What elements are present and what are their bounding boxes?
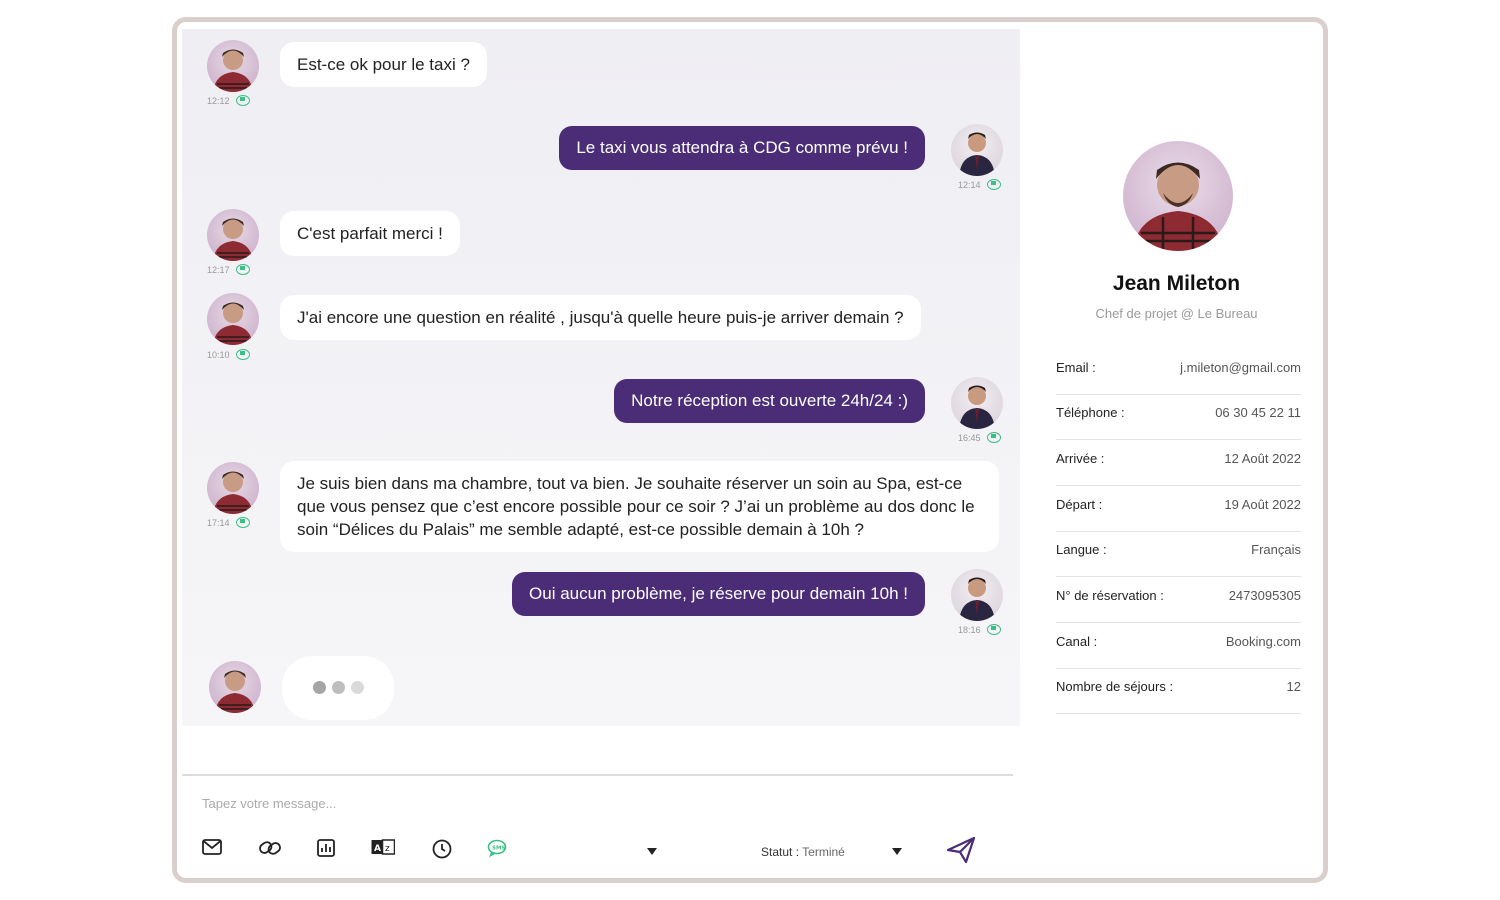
- info-value: 06 30 45 22 11: [1215, 405, 1301, 420]
- status-label: Statut :: [761, 845, 800, 859]
- info-value: 19 Août 2022: [1224, 497, 1301, 512]
- sms-icon: [986, 179, 1001, 190]
- message-meta: 12:14: [958, 179, 1001, 190]
- guest-avatar: [207, 40, 259, 92]
- outgoing-message: Le taxi vous attendra à CDG comme prévu …: [559, 126, 925, 170]
- profile-avatar: [1123, 141, 1233, 251]
- message-time: 12:17: [207, 264, 230, 275]
- info-value: j.mileton@gmail.com: [1180, 360, 1301, 375]
- svg-text:A: A: [374, 844, 381, 854]
- info-value: Français: [1251, 542, 1301, 557]
- message-meta: 10:10: [207, 349, 250, 360]
- message-time: 12:12: [207, 95, 230, 106]
- guest-avatar: [207, 209, 259, 261]
- info-label: Email :: [1056, 360, 1096, 375]
- guest-avatar: [207, 462, 259, 514]
- info-label: Téléphone :: [1056, 405, 1125, 420]
- info-row-sejours: Nombre de séjours : 12: [1056, 668, 1301, 714]
- agent-avatar: [951, 569, 1003, 621]
- profile-role: Chef de projet @ Le Bureau: [1095, 306, 1258, 321]
- sms-icon: [235, 517, 250, 528]
- guest-profile-panel: Jean Mileton Chef de projet @ Le Bureau …: [1029, 34, 1301, 864]
- sms-icon[interactable]: SMS: [487, 839, 507, 857]
- info-label: N° de réservation :: [1056, 588, 1164, 603]
- message-time: 16:45: [958, 432, 981, 443]
- outgoing-message: Oui aucun problème, je réserve pour dema…: [512, 572, 925, 616]
- info-label: Nombre de séjours :: [1056, 679, 1174, 694]
- typing-dot: [313, 681, 326, 694]
- message-meta: 16:45: [958, 432, 1001, 443]
- info-label: Canal :: [1056, 634, 1098, 649]
- sms-icon: [235, 349, 250, 360]
- sms-icon: [986, 432, 1001, 443]
- translate-icon[interactable]: Az: [371, 839, 395, 855]
- info-value: 2473095305: [1228, 588, 1301, 603]
- typing-indicator: [282, 656, 394, 720]
- info-label: Langue :: [1056, 542, 1107, 557]
- profile-name: Jean Mileton: [1112, 272, 1241, 295]
- sms-icon: [235, 264, 250, 275]
- sms-icon: [235, 95, 250, 106]
- info-label: Arrivée :: [1056, 451, 1105, 466]
- app-frame: 12:12 Est-ce ok pour le taxi ? 12:14 Le …: [172, 17, 1328, 883]
- message-time: 12:14: [958, 179, 981, 190]
- message-time: 10:10: [207, 349, 230, 360]
- typing-dot: [332, 681, 345, 694]
- typing-dot: [351, 681, 364, 694]
- send-icon[interactable]: [946, 836, 976, 869]
- info-row-langue: Langue : Français: [1056, 531, 1301, 577]
- status-select[interactable]: Statut : Terminé: [761, 845, 845, 859]
- message-time: 18:16: [958, 624, 981, 635]
- agent-avatar: [951, 377, 1003, 429]
- svg-text:SMS: SMS: [492, 846, 505, 852]
- message-time: 17:14: [207, 517, 230, 528]
- info-row-canal: Canal : Booking.com: [1056, 623, 1301, 669]
- sms-icon: [986, 624, 1001, 635]
- mail-icon[interactable]: [202, 839, 222, 855]
- message-meta: 17:14: [207, 517, 250, 528]
- info-value: 12: [1286, 679, 1301, 694]
- chat-thread: 12:12 Est-ce ok pour le taxi ? 12:14 Le …: [182, 29, 1020, 726]
- message-input[interactable]: Tapez votre message...: [202, 796, 336, 811]
- incoming-message: Est-ce ok pour le taxi ?: [280, 42, 487, 87]
- incoming-message: C'est parfait merci !: [280, 211, 460, 256]
- guest-avatar: [209, 661, 261, 713]
- info-row-email: Email : j.mileton@gmail.com: [1056, 349, 1301, 395]
- message-meta: 12:12: [207, 95, 250, 106]
- message-meta: 12:17: [207, 264, 250, 275]
- svg-text:z: z: [385, 844, 390, 854]
- info-label: Départ :: [1056, 497, 1103, 512]
- status-dropdown-icon[interactable]: [892, 848, 902, 855]
- message-composer: Tapez votre message... Az SMS Statut : T…: [182, 776, 1013, 876]
- guest-avatar: [207, 293, 259, 345]
- info-value: Booking.com: [1225, 634, 1301, 649]
- incoming-message: J'ai encore une question en réalité , ju…: [280, 295, 921, 340]
- outgoing-message: Notre réception est ouverte 24h/24 :): [614, 379, 925, 423]
- info-row-telephone: Téléphone : 06 30 45 22 11: [1056, 394, 1301, 440]
- clock-icon[interactable]: [432, 839, 452, 859]
- incoming-message: Je suis bien dans ma chambre, tout va bi…: [280, 461, 999, 552]
- channel-dropdown-icon[interactable]: [647, 848, 657, 855]
- link-icon[interactable]: [258, 839, 282, 857]
- message-meta: 18:16: [958, 624, 1001, 635]
- agent-avatar: [951, 124, 1003, 176]
- info-row-depart: Départ : 19 Août 2022: [1056, 486, 1301, 532]
- info-row-arrivee: Arrivée : 12 Août 2022: [1056, 440, 1301, 486]
- status-value: Terminé: [802, 845, 845, 859]
- info-value: 12 Août 2022: [1224, 451, 1301, 466]
- chart-icon[interactable]: [317, 839, 335, 857]
- info-row-reservation: N° de réservation : 2473095305: [1056, 577, 1301, 623]
